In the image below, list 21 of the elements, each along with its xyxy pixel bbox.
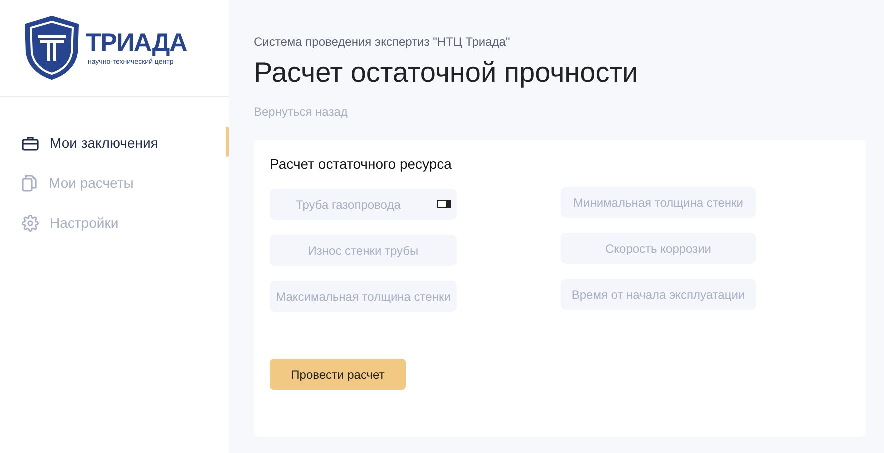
sidebar-item[interactable]: Настройки: [0, 212, 119, 234]
toggle-icon: [437, 200, 451, 208]
calculate-button[interactable]: Провести расчет: [270, 359, 406, 390]
logo-wordmark: ТРИАДА: [86, 30, 188, 56]
input-field[interactable]: Минимальная толщина стенки: [561, 187, 756, 218]
documents-icon: [22, 174, 38, 192]
form-title: Расчет остаточного ресурса: [270, 155, 453, 174]
briefcase-icon: [22, 136, 39, 150]
system-caption: Система проведения экспертиз "НТЦ Триада": [254, 34, 512, 51]
sidebar-item[interactable]: Мои заключения: [0, 132, 158, 154]
back-link[interactable]: Вернуться назад: [254, 103, 348, 121]
settings-icon: [22, 214, 39, 232]
input-field[interactable]: Максимальная толщина стенки: [270, 281, 457, 312]
shield-logo-icon: [22, 15, 82, 81]
sidebar-item[interactable]: Мои расчеты: [0, 172, 134, 194]
select-field[interactable]: Труба газопровода: [270, 189, 457, 220]
page-title: Расчет остаточной прочности: [254, 56, 640, 90]
input-field[interactable]: Время от начала эксплуатации: [561, 279, 756, 310]
input-field[interactable]: Скорость коррозии: [561, 233, 756, 264]
active-indicator: [226, 127, 229, 157]
input-field[interactable]: Износ стенки трубы: [270, 235, 457, 266]
